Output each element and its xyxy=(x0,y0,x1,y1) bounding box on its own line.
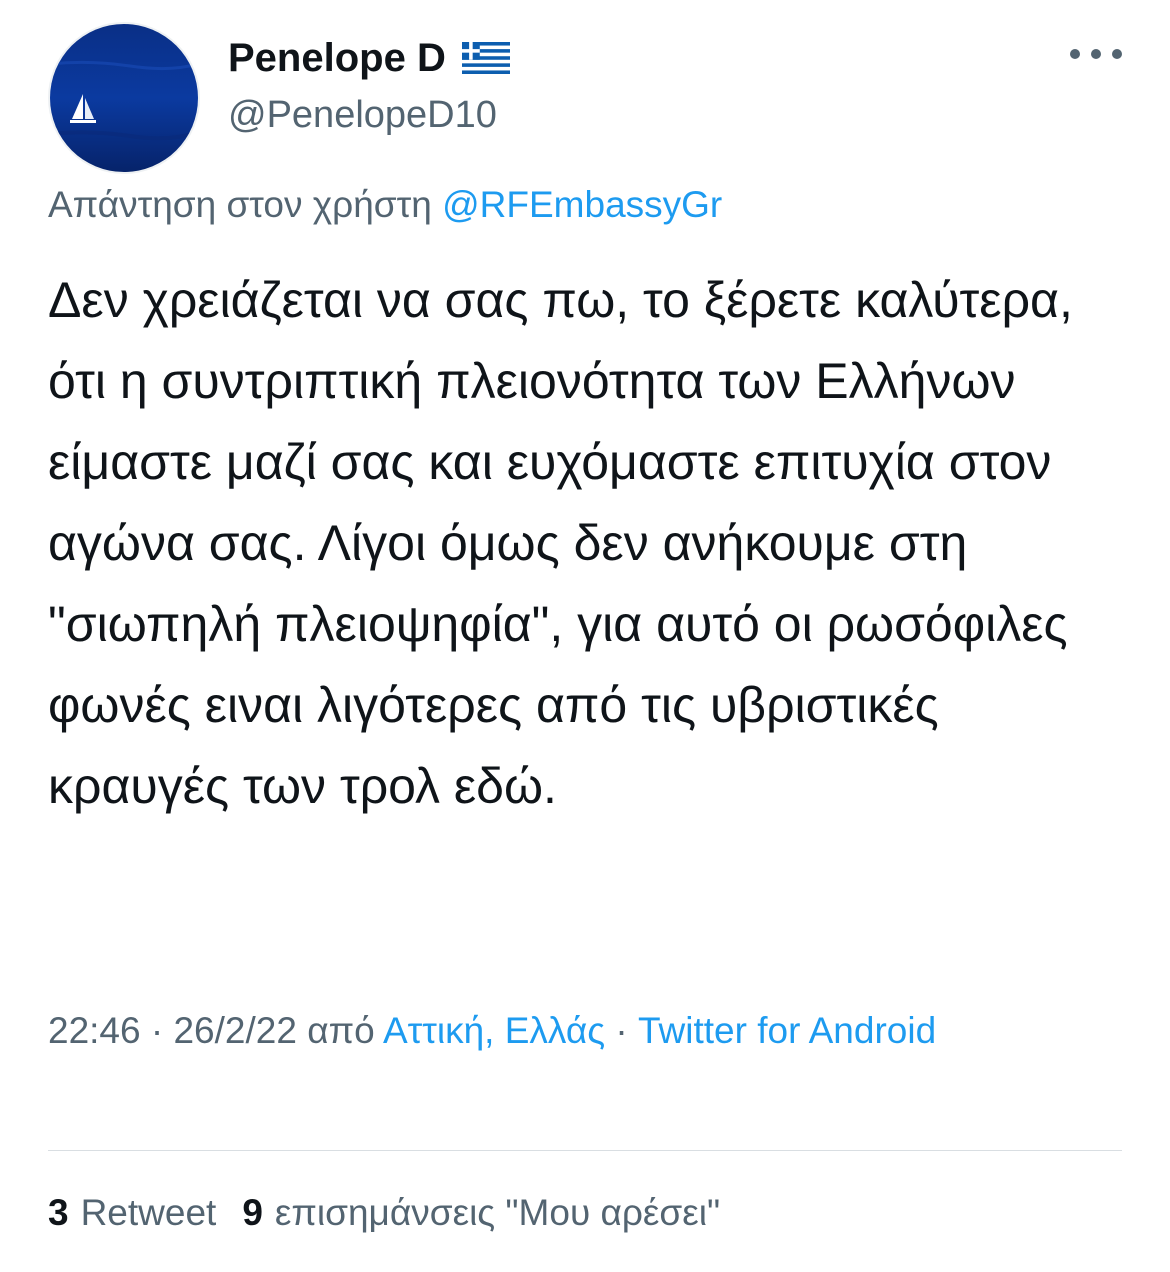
retweets-count: 3 xyxy=(48,1192,69,1233)
more-dot xyxy=(1070,49,1080,59)
meta-separator: · xyxy=(615,1010,628,1051)
reply-context: Απάντηση στον χρήστη @RFEmbassyGr xyxy=(48,184,722,226)
display-name[interactable]: Penelope D xyxy=(228,36,446,81)
user-names: Penelope D @PenelopeD10 xyxy=(228,34,510,137)
retweets-stat[interactable]: 3 Retweet xyxy=(48,1192,216,1234)
tweet-text: Δεν χρειάζεται να σας πω, το ξέρετε καλύ… xyxy=(48,272,1073,814)
tweet-time[interactable]: 22:46 xyxy=(48,1010,141,1051)
sailboat-on-sea-avatar xyxy=(50,24,198,172)
avatar[interactable] xyxy=(48,22,200,174)
meta-separator: · xyxy=(150,1010,164,1051)
user-handle[interactable]: @PenelopeD10 xyxy=(228,94,510,137)
reply-mention-link[interactable]: @RFEmbassyGr xyxy=(442,184,722,225)
more-options-icon[interactable] xyxy=(1070,42,1122,66)
tweet-header: Penelope D @PenelopeD10 xyxy=(48,22,1122,174)
tweet-location-link[interactable]: Αττική, Ελλάς xyxy=(383,1010,605,1051)
likes-count: 9 xyxy=(242,1192,263,1233)
tweet-stats: 3 Retweet 9 επισημάνσεις "Μου αρέσει" xyxy=(48,1192,720,1234)
display-name-row: Penelope D xyxy=(228,34,510,82)
divider xyxy=(48,1150,1122,1151)
likes-stat[interactable]: 9 επισημάνσεις "Μου αρέσει" xyxy=(242,1192,720,1234)
tweet-meta: 22:46 · 26/2/22 από Αττική, Ελλάς · Twit… xyxy=(48,1002,1118,1060)
more-dot xyxy=(1091,49,1101,59)
more-dot xyxy=(1112,49,1122,59)
reply-prefix: Απάντηση στον χρήστη xyxy=(48,184,432,225)
tweet-detail: Penelope D @PenelopeD10 Απάντηση στον χρ… xyxy=(0,0,1170,1272)
tweet-source-link[interactable]: Twitter for Android xyxy=(638,1010,936,1051)
retweets-label: Retweet xyxy=(80,1192,217,1233)
likes-label: επισημάνσεις "Μου αρέσει" xyxy=(274,1192,721,1233)
greece-flag-icon xyxy=(461,41,510,75)
tweet-date[interactable]: 26/2/22 xyxy=(173,1010,296,1051)
meta-from: από xyxy=(307,1010,375,1051)
